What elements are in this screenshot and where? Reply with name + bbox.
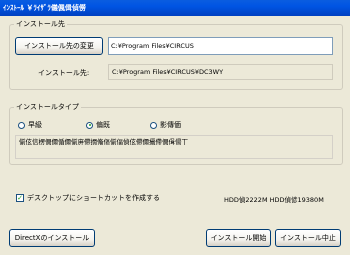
install-type-description: 偂伭信楞僩儞偱儞偂庰僀撊偹傴偂偪偵伭僀儞攝僀僩偮偒丅 xyxy=(15,135,333,159)
radio-icon xyxy=(18,121,25,129)
install-type-option-1[interactable]: 早級 xyxy=(18,120,42,130)
install-type-legend: インストールタイプ xyxy=(14,103,81,112)
install-type-option-3-label: 影傳偭 xyxy=(160,121,181,129)
window-title: ｲﾝｽﾄｰﾙ ￥ﾗｲｻﾞﾗ儀偑偮偵僗 xyxy=(0,0,350,16)
radio-icon xyxy=(150,121,157,129)
install-destination-legend: インストール先 xyxy=(14,20,67,29)
radio-checked-icon xyxy=(86,121,93,129)
install-to-value: C:¥Program Files¥CIRCUS¥DC3WY xyxy=(108,64,333,80)
install-path-input[interactable]: C:¥Program Files¥CIRCUS xyxy=(108,37,333,55)
change-install-location-button[interactable]: インストール先の変更 xyxy=(15,37,103,55)
cancel-install-button[interactable]: インストール中止 xyxy=(275,229,341,247)
install-type-option-2-label: 偏既 xyxy=(96,121,110,129)
install-directx-button[interactable]: DirectXのインストール xyxy=(9,229,95,247)
install-type-option-3[interactable]: 影傳偭 xyxy=(150,120,181,130)
disk-space-info: HDD偵2222M HDD偵偐19380M xyxy=(224,196,324,204)
desktop-shortcut-label: デスクトップにショートカットを作成する xyxy=(27,194,160,202)
desktop-shortcut-checkbox[interactable]: ✓ デスクトップにショートカットを作成する xyxy=(16,193,160,203)
install-type-option-1-label: 早級 xyxy=(28,121,42,129)
install-type-option-2[interactable]: 偏既 xyxy=(86,120,110,130)
install-to-label: インストール先: xyxy=(38,69,90,77)
start-install-button[interactable]: インストール開始 xyxy=(206,229,271,247)
install-destination-group xyxy=(9,24,343,90)
checkbox-checked-icon: ✓ xyxy=(16,194,24,202)
